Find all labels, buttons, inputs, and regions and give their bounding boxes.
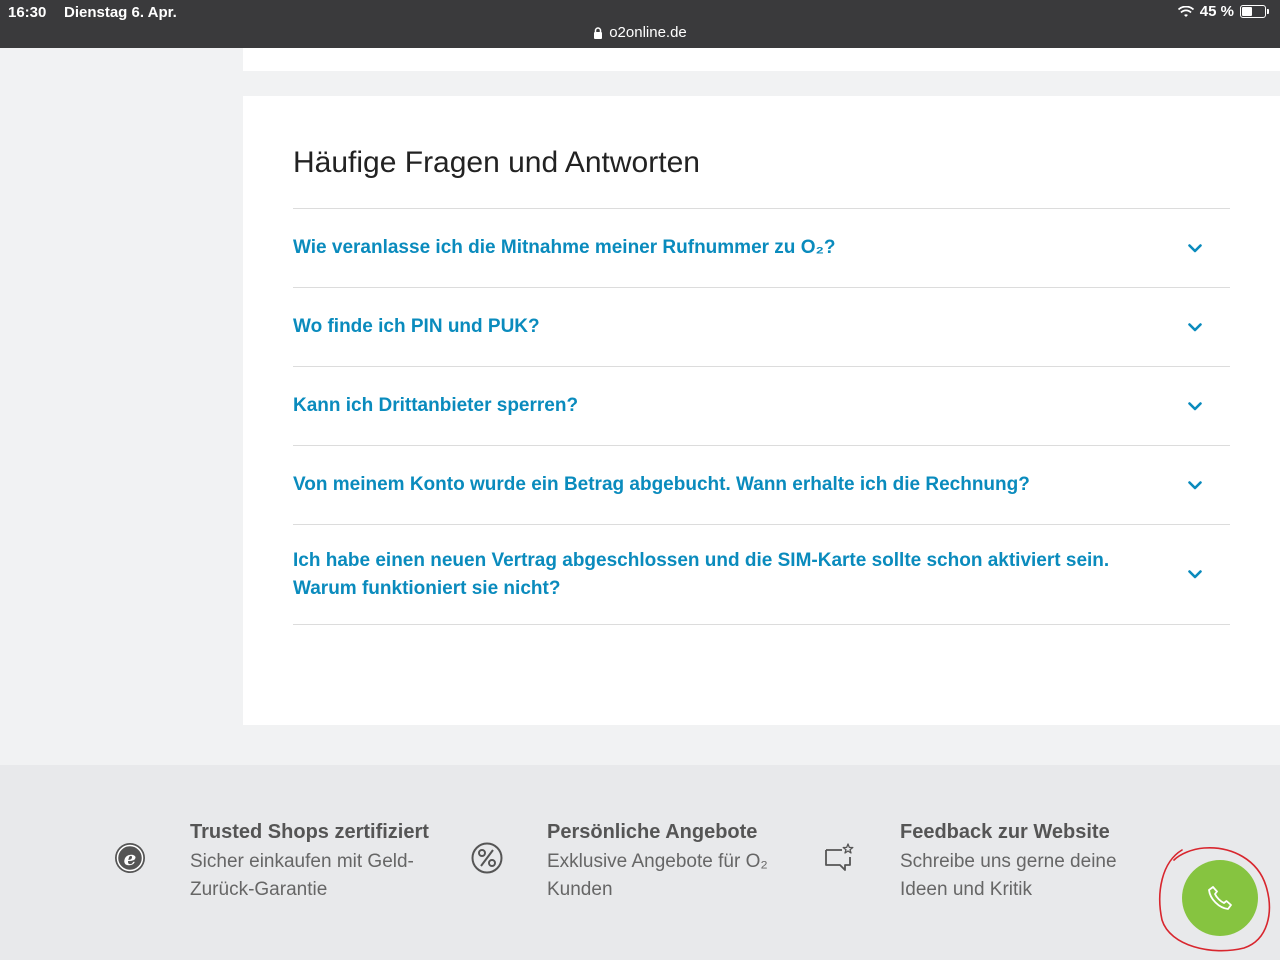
faq-title: Häufige Fragen und Antworten [293, 146, 700, 179]
faq-item-sim-activation[interactable]: Ich habe einen neuen Vertrag abgeschloss… [293, 525, 1230, 625]
phone-icon [1208, 886, 1232, 910]
feature-subtitle-line: Schreibe uns gerne deine [900, 851, 1117, 872]
chevron-down-icon[interactable] [1184, 474, 1206, 496]
status-date: Dienstag 6. Apr. [64, 4, 177, 21]
feedback-icon [825, 843, 854, 871]
trusted-shops-icon: e [115, 843, 145, 873]
feature-subtitle-line: Kunden [547, 879, 613, 900]
feature-title: Trusted Shops zertifiziert [190, 821, 429, 843]
wifi-icon [1177, 5, 1194, 17]
svg-text:e: e [124, 846, 137, 870]
feature-subtitle: Schreibe uns gerne deine Ideen und Kriti… [900, 848, 1160, 904]
faq-list: Wie veranlasse ich die Mitnahme meiner R… [293, 208, 1230, 625]
faq-question: Wo finde ich PIN und PUK? [293, 316, 540, 337]
feature-title: Persönliche Angebote [547, 821, 758, 843]
faq-item-number-porting[interactable]: Wie veranlasse ich die Mitnahme meiner R… [293, 209, 1230, 288]
faq-question: Wie veranlasse ich die Mitnahme meiner R… [293, 237, 836, 258]
call-button[interactable] [1182, 860, 1258, 936]
feature-subtitle: Exklusive Angebote für O₂ Kunden [547, 848, 807, 904]
feature-subtitle-line: Ideen und Kritik [900, 879, 1033, 900]
feature-subtitle-line: Exklusive Angebote für O₂ [547, 851, 768, 872]
faq-question: Ich habe einen neuen Vertrag abgeschloss… [293, 549, 1110, 599]
feature-subtitle-line: Sicher einkaufen mit Geld- [190, 851, 414, 872]
faq-item-pin-puk[interactable]: Wo finde ich PIN und PUK? [293, 288, 1230, 367]
url-text: o2online.de [609, 24, 687, 41]
url-bar[interactable]: o2online.de [0, 24, 1280, 41]
lock-icon [594, 26, 603, 39]
browser-status-bar: 16:30 Dienstag 6. Apr. 45 % o2online.de [0, 0, 1280, 48]
chevron-down-icon[interactable] [1184, 564, 1206, 586]
battery-percent: 45 % [1199, 3, 1234, 20]
feature-title: Feedback zur Website [900, 821, 1110, 843]
chevron-down-icon[interactable] [1184, 316, 1206, 338]
footer-features: e Trusted Shops zertifiziert Sicher eink… [0, 765, 1280, 960]
status-time: 16:30 [8, 4, 47, 21]
feature-subtitle: Sicher einkaufen mit Geld- Zurück-Garant… [190, 848, 450, 904]
left-sidebar-area [0, 48, 243, 765]
faq-item-invoice[interactable]: Von meinem Konto wurde ein Betrag abgebu… [293, 446, 1230, 525]
faq-section: Häufige Fragen und Antworten Wie veranla… [243, 96, 1280, 725]
chevron-down-icon[interactable] [1184, 237, 1206, 259]
faq-item-third-party-block[interactable]: Kann ich Drittanbieter sperren? [293, 367, 1230, 446]
feature-subtitle-line: Zurück-Garantie [190, 879, 328, 900]
previous-section-card [243, 48, 1280, 71]
percent-icon [471, 842, 503, 874]
faq-question: Kann ich Drittanbieter sperren? [293, 395, 579, 416]
faq-question: Von meinem Konto wurde ein Betrag abgebu… [293, 474, 1030, 495]
status-indicators: 45 % [1177, 3, 1269, 20]
chevron-down-icon[interactable] [1184, 395, 1206, 417]
battery-icon [1240, 5, 1269, 18]
